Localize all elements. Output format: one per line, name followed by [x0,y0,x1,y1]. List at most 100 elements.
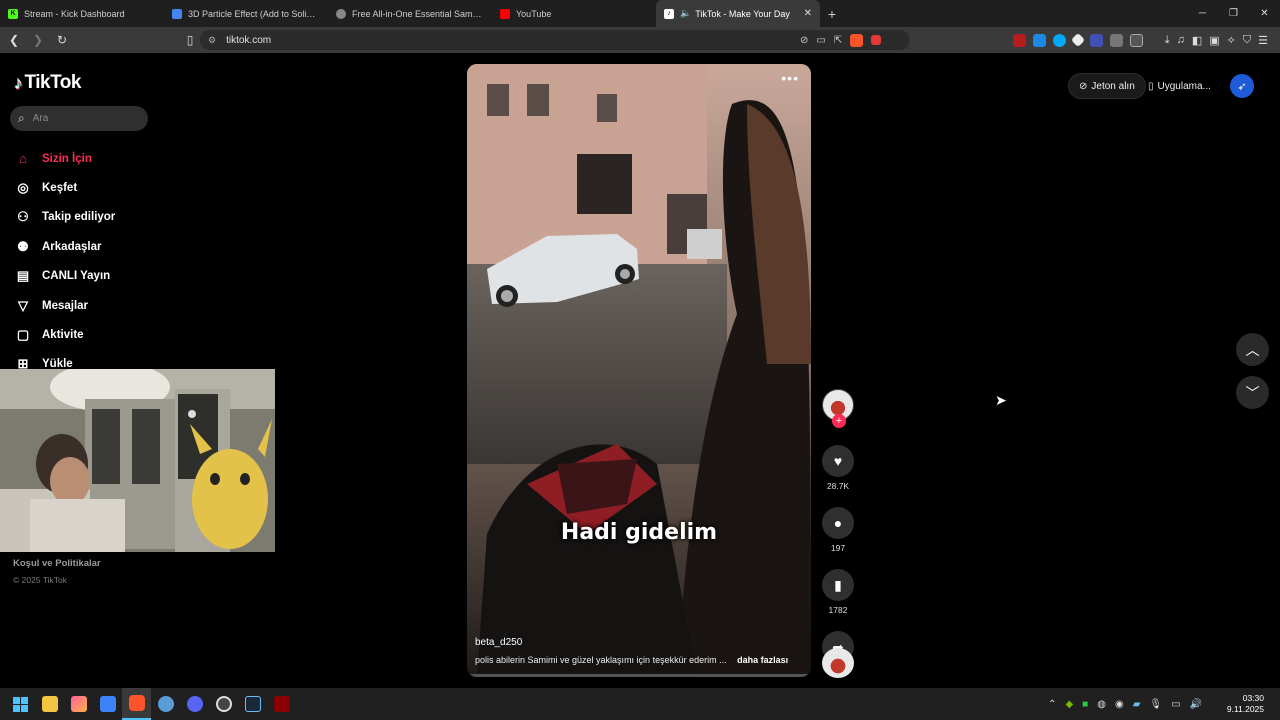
explore-button[interactable]: ➶ [1230,74,1254,98]
like-button[interactable]: ♥ [822,445,854,477]
extension-icon[interactable] [1012,33,1026,47]
app-icon[interactable] [93,688,122,720]
menu-icon[interactable]: ☰ [1258,34,1268,47]
obs-icon[interactable] [209,688,238,720]
comment-button[interactable]: ● [822,507,854,539]
sidebar-item-friends[interactable]: ⚉ Arkadaşlar [14,232,115,261]
tiktok-note-icon: ♪ [14,72,23,93]
translate-icon[interactable] [1089,33,1103,47]
site-settings-icon[interactable]: ⚙ [208,35,216,46]
close-tab-icon[interactable]: ✕ [804,8,812,19]
follow-plus-icon[interactable]: + [832,414,846,428]
get-app-button[interactable]: ▯ Uygulama... [1138,73,1221,99]
extension-icon[interactable] [1129,33,1143,47]
ai-icon[interactable]: ✧ [1227,34,1236,47]
save-button[interactable]: ▮ [822,569,854,601]
cast-icon[interactable]: ▭ [816,35,825,46]
close-window-icon[interactable]: ✕ [1249,0,1280,27]
tiktok-icon: ♪ [664,8,674,19]
copyright-text: © 2025 TikTok [13,575,67,585]
sidebar-item-label: Arkadaşlar [42,240,102,253]
video-frame [467,64,811,677]
music-icon[interactable]: ♫ [1177,34,1185,46]
display-icon[interactable]: ▭ [1171,699,1180,710]
app-icon[interactable] [267,688,296,720]
compass-icon: ➶ [1237,80,1247,93]
terms-link[interactable]: Koşul ve Politikalar [13,558,101,569]
tab-kick[interactable]: K Stream - Kick Dashboard [0,0,164,27]
video-author[interactable]: beta_d250 [475,637,522,648]
bookmark-icon[interactable]: ▯ [180,33,200,47]
chevron-down-icon: ﹀ [1245,384,1260,401]
creator-avatar[interactable]: + [822,389,854,428]
sidebar-item-label: Aktivite [42,329,84,342]
microphone-icon[interactable]: 🎙 [1149,699,1162,710]
nvidia-icon[interactable]: ◆ [1065,699,1073,710]
video-player[interactable]: ••• Hadi gidelim beta_d250 polis abileri… [467,64,811,677]
sidebar-item-messages[interactable]: ▽ Mesajlar [14,291,115,320]
brave-shield-icon[interactable] [850,33,864,47]
tab-title: Free All-in-One Essential Sample Pack [352,8,484,19]
sidebar-item-for-you[interactable]: ⌂ Sizin İçin [14,144,115,173]
vpn-icon[interactable]: ⛉ [1243,34,1251,47]
extension-icon[interactable] [1052,33,1066,47]
extension-icon[interactable] [1070,32,1085,48]
more-options-icon[interactable]: ••• [781,70,799,86]
search-input[interactable]: ⌕ Ara [10,106,148,131]
get-coins-button[interactable]: ⊘ Jeton alın [1068,73,1146,99]
restore-icon[interactable]: ❐ [1218,0,1249,27]
discord-icon[interactable] [180,688,209,720]
speaker-icon[interactable]: 🔈 [680,8,691,19]
windows-start-icon[interactable] [6,688,35,720]
share-icon[interactable]: ⇱ [834,35,842,46]
tray-arrow-icon[interactable]: ⌃ [1048,699,1056,710]
sound-disc-avatar[interactable] [822,648,854,678]
no-video-icon[interactable]: ⊘ [800,35,808,46]
tray-app-icon[interactable]: ◍ [1097,699,1106,710]
back-icon[interactable]: ❮ [4,33,24,47]
tab-tiktok[interactable]: ♪ 🔈 TikTok - Make Your Day ✕ [656,0,820,27]
like-count: 28.7K [826,481,850,491]
webcam-overlay [0,369,275,552]
more-link[interactable]: daha fazlası [737,655,788,665]
download-icon[interactable]: ⤓ [1165,34,1170,47]
activity-icon: ▢ [16,327,30,343]
tab-title: YouTube [516,8,552,19]
steam-tray-icon[interactable]: ◉ [1115,699,1124,710]
tab-drive[interactable]: 3D Particle Effect (Add to Solid Layer) [164,0,328,27]
coins-label: Jeton alın [1091,80,1135,92]
minimize-icon[interactable]: ─ [1187,0,1218,27]
volume-icon[interactable]: 🔊 [1190,699,1202,710]
video-progress-bar[interactable] [467,674,811,677]
sidebar-item-explore[interactable]: ◎ Keşfet [14,173,115,202]
sidebar-icon[interactable]: ◧ [1192,34,1202,47]
taskbar-clock[interactable]: 03:30 9.11.2025 [1227,693,1264,715]
tray-app-icon[interactable]: ■ [1082,699,1088,710]
reload-icon[interactable]: ↻ [52,33,72,47]
app-icon[interactable] [151,688,180,720]
video-caption-overlay: Hadi gidelim [560,520,718,545]
coin-icon: ⊘ [1079,80,1088,92]
photos-icon[interactable] [64,688,93,720]
sidebar-item-activity[interactable]: ▢ Aktivite [14,320,115,349]
search-placeholder: Ara [32,113,49,124]
tray-app-icon[interactable]: ▰ [1133,699,1141,710]
previous-video-button[interactable]: ︿ [1236,333,1269,366]
sidebar-item-following[interactable]: ⚇ Takip ediliyor [14,203,115,232]
tab-sample-pack[interactable]: Free All-in-One Essential Sample Pack [328,0,492,27]
forward-icon[interactable]: ❯ [28,33,48,47]
brave-browser-icon[interactable] [122,688,151,720]
chevron-up-icon: ︿ [1245,341,1260,358]
sidebar-item-live[interactable]: ▤ CANLI Yayın [14,262,115,291]
new-tab-button[interactable]: + [820,6,844,22]
file-explorer-icon[interactable] [35,688,64,720]
tiktok-logo[interactable]: ♪ TikTok [14,72,81,94]
extension-icon[interactable] [1032,33,1046,47]
video-actions: + ♥ 28.7K ● 197 ▮ 1782 ➦ 404 [822,389,854,677]
next-video-button[interactable]: ﹀ [1236,376,1269,409]
steam-icon[interactable] [238,688,267,720]
tab-youtube[interactable]: YouTube [492,0,656,27]
puzzle-icon[interactable] [1109,33,1123,47]
brave-rewards-icon[interactable] [871,35,882,45]
wallet-icon[interactable]: ▣ [1209,34,1219,47]
